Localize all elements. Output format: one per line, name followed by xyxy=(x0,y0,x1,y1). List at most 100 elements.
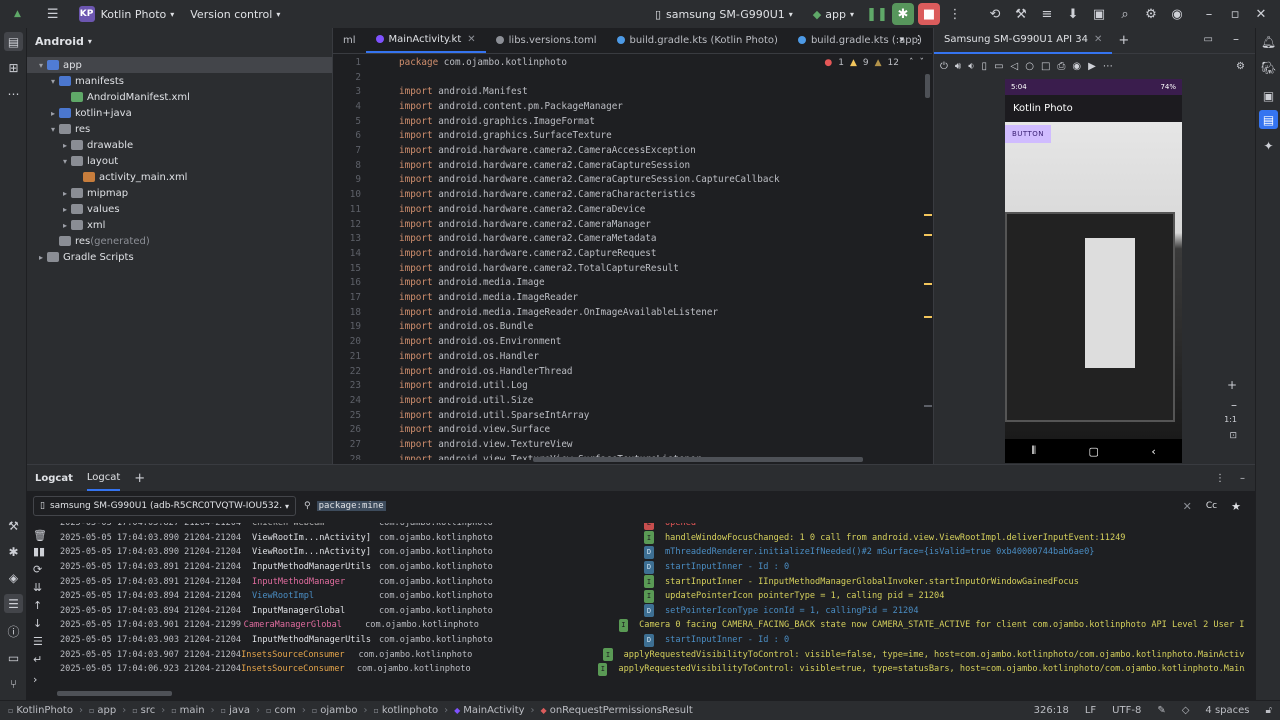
tab-logcat[interactable]: Logcat xyxy=(86,465,121,491)
power-icon[interactable]: ⏻ xyxy=(940,61,948,72)
app-quality-icon[interactable]: ◈ xyxy=(4,568,23,587)
run-config-selector[interactable]: ◆ app ▾ xyxy=(805,8,862,21)
notifications-icon[interactable]: 🔔︎ xyxy=(1259,32,1278,51)
clear-filter-icon[interactable]: ✕ xyxy=(1183,500,1192,513)
inspection-widget[interactable]: ● 1 ▲ 9 ▲ 12 ˆ ˇ xyxy=(824,58,924,68)
main-menu-icon[interactable]: ☰ xyxy=(41,7,65,22)
tree-item[interactable]: ▸ values xyxy=(27,201,332,217)
add-device-icon[interactable]: + xyxy=(1118,33,1129,48)
close-icon[interactable]: ✕ xyxy=(1094,34,1102,45)
rotate-left-icon[interactable]: ▯ xyxy=(982,61,988,72)
breadcrumb-item[interactable]: ◆ onRequestPermissionsResult xyxy=(541,705,693,716)
more-icon[interactable]: ⋯ xyxy=(4,84,23,103)
home-icon[interactable]: ○ xyxy=(1025,61,1034,72)
editor-tab[interactable]: build.gradle.kts (Kotlin Photo) xyxy=(607,27,788,53)
build-icon[interactable]: ⚒ xyxy=(1010,3,1032,25)
gemini-icon[interactable]: ✦ xyxy=(1259,136,1278,155)
breadcrumb-item[interactable]: ▫ com xyxy=(266,705,296,716)
volume-up-icon[interactable]: 🔊︎ xyxy=(955,61,961,72)
running-devices-icon[interactable]: ▤ xyxy=(1259,110,1278,129)
tab-more-icon[interactable]: ⋮ xyxy=(913,33,924,46)
pause-icon[interactable]: ❚❚ xyxy=(866,3,888,25)
tree-item[interactable]: ▾ app xyxy=(27,57,332,73)
indent-setting[interactable]: 4 spaces xyxy=(1205,705,1249,716)
chevron-right-icon[interactable]: ▸ xyxy=(59,189,71,198)
screen-record-icon[interactable]: ▶ xyxy=(1088,61,1096,72)
lock-icon[interactable]: 🔓︎ xyxy=(1266,705,1272,716)
build-tool-icon[interactable]: ⚒ xyxy=(4,516,23,535)
editor-vertical-scrollbar[interactable] xyxy=(925,74,930,98)
sync-icon[interactable]: ⟲ xyxy=(984,3,1006,25)
logcat-filter-input[interactable]: ⚲ package:mine xyxy=(304,496,1175,516)
terminal-tool-icon[interactable]: ▭ xyxy=(4,648,23,667)
warning-marker[interactable] xyxy=(924,234,932,236)
back-icon[interactable]: ◁ xyxy=(1011,61,1019,72)
tree-item[interactable]: res (generated) xyxy=(27,233,332,249)
recents-icon[interactable]: ⦀ xyxy=(1031,444,1036,458)
match-case-icon[interactable]: Cc xyxy=(1206,501,1217,511)
chevron-down-icon[interactable]: ▾ xyxy=(47,77,59,86)
device-settings-icon[interactable]: ⚙ xyxy=(1236,61,1245,72)
chevron-right-icon[interactable]: ▸ xyxy=(59,221,71,230)
breadcrumb-item[interactable]: ▫ java xyxy=(221,705,250,716)
more-vertical-icon[interactable]: ⋮ xyxy=(944,3,966,25)
device-screen[interactable]: 5:04 74% Kotlin Photo BUTTON ⦀ ▢ ‹ xyxy=(1005,79,1182,463)
device-selector[interactable]: ▯ samsung SM-G990U1 ▾ xyxy=(647,8,801,21)
project-selector[interactable]: KP Kotlin Photo ▾ xyxy=(71,6,183,22)
warning-marker[interactable] xyxy=(924,316,932,318)
warning-marker[interactable] xyxy=(924,283,932,285)
breadcrumb-item[interactable]: ▫ main xyxy=(171,705,204,716)
chevron-right-icon[interactable]: ▸ xyxy=(59,141,71,150)
sdk-manager-icon[interactable]: ⬇ xyxy=(1062,3,1084,25)
editor-tab[interactable]: ml xyxy=(333,27,366,53)
tab-list-chevron-icon[interactable]: ▾ xyxy=(899,35,904,45)
layout-icon[interactable]: ▭ xyxy=(1204,34,1213,45)
tree-item[interactable]: ▸ mipmap xyxy=(27,185,332,201)
problems-tool-icon[interactable]: ⓘ xyxy=(4,622,23,641)
git-icon[interactable]: ◇ xyxy=(1182,705,1190,716)
zoom-in-icon[interactable]: + xyxy=(1227,378,1237,392)
caret-position[interactable]: 326:18 xyxy=(1034,705,1069,716)
project-tool-icon[interactable]: ▤ xyxy=(4,32,23,51)
structure-icon[interactable]: ≡ xyxy=(1036,3,1058,25)
tree-item[interactable]: activity_main.xml xyxy=(27,169,332,185)
volume-down-icon[interactable]: 🔉︎ xyxy=(968,61,974,72)
chevron-down-icon[interactable]: ▾ xyxy=(59,157,71,166)
phone-button[interactable]: BUTTON xyxy=(1005,125,1051,143)
device-manager-icon[interactable]: ▣ xyxy=(1088,3,1110,25)
editor-tab[interactable]: MainActivity.kt ✕ xyxy=(365,27,486,53)
tree-item[interactable]: ▾ manifests xyxy=(27,73,332,89)
favorite-filter-icon[interactable]: ★ xyxy=(1231,500,1241,513)
editor-tab[interactable]: build.gradle.kts (:app) xyxy=(788,27,932,53)
tree-item[interactable]: ▸ Gradle Scripts xyxy=(27,249,332,265)
gear-icon[interactable]: ⚙ xyxy=(1140,3,1162,25)
restore-icon[interactable]: ▫ xyxy=(1224,3,1246,25)
tree-item[interactable]: ▸ drawable xyxy=(27,137,332,153)
chevron-right-icon[interactable]: ▸ xyxy=(35,253,47,262)
logcat-output[interactable]: 2025-05-05 17:04:03.827 21204-21204 Chick… xyxy=(27,523,1245,685)
project-view-selector[interactable]: Android ▾ xyxy=(27,28,332,54)
minimize-panel-icon[interactable]: – xyxy=(1240,473,1245,484)
breadcrumb-item[interactable]: ▫ ojambo xyxy=(312,705,358,716)
close-icon[interactable]: ✕ xyxy=(1250,3,1272,25)
tree-item[interactable]: ▾ layout xyxy=(27,153,332,169)
back-icon[interactable]: ‹ xyxy=(1151,445,1155,458)
editor-horizontal-scrollbar[interactable] xyxy=(533,457,863,462)
breadcrumb-item[interactable]: ◆ MainActivity xyxy=(454,705,524,716)
editor-tab[interactable]: libs.versions.toml xyxy=(486,27,607,53)
account-icon[interactable]: ◉ xyxy=(1166,3,1188,25)
edit-lock-icon[interactable]: ✎ xyxy=(1157,705,1165,716)
close-icon[interactable]: ✕ xyxy=(467,34,475,45)
screenshot-icon[interactable]: ◉ xyxy=(1072,61,1081,72)
warning-marker[interactable] xyxy=(924,214,932,216)
chevron-down-icon[interactable]: ▾ xyxy=(35,61,47,70)
stop-icon[interactable]: ■ xyxy=(918,3,940,25)
tree-item[interactable]: ▸ xml xyxy=(27,217,332,233)
gradle-icon[interactable]: 🐘︎ xyxy=(1259,58,1278,77)
code-area[interactable]: 1 package com.ojambo.kotlinphoto 2 3 import … xyxy=(333,55,931,460)
warning-marker[interactable] xyxy=(924,405,932,407)
logcat-horizontal-scrollbar[interactable] xyxy=(57,691,172,696)
home-icon[interactable]: ▢ xyxy=(1089,445,1099,458)
breadcrumb-item[interactable]: ▫ KotlinPhoto xyxy=(8,705,73,716)
logcat-tool-icon[interactable]: ☰ xyxy=(4,594,23,613)
